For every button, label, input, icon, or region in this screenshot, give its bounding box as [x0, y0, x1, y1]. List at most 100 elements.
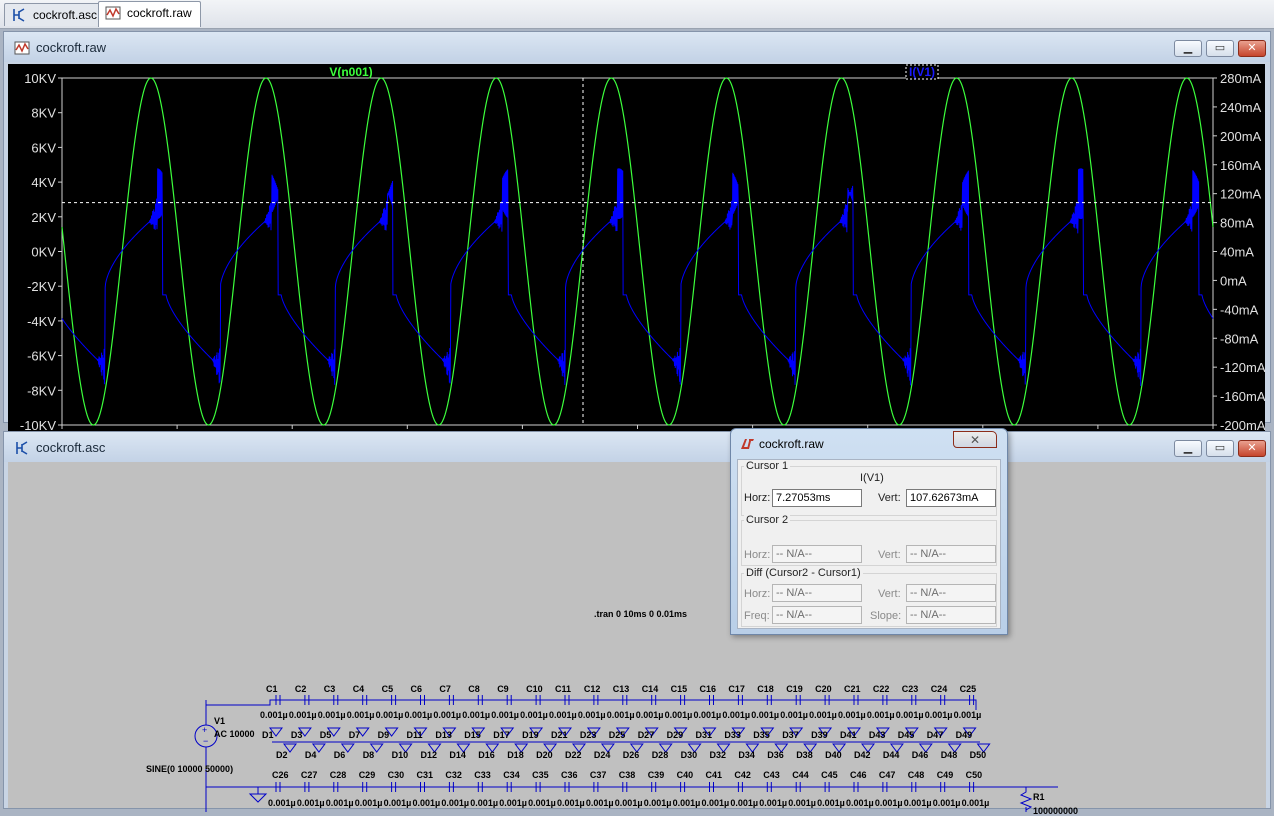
minimize-button[interactable]: ▁: [1174, 40, 1202, 57]
top-cap-value: 0.001µ: [433, 710, 461, 720]
top-cap-value: 0.001µ: [780, 710, 808, 720]
top-cap-value: 0.001µ: [694, 710, 722, 720]
y-left-tick-label: 4KV: [31, 175, 56, 190]
schematic-canvas[interactable]: .tran 0 10ms 0 0.01ms + − C1 0.001µ C2 0.001µ…: [8, 462, 1266, 816]
top-cap-label: C7: [439, 684, 451, 694]
top-cap-label: C20: [815, 684, 832, 694]
waveform-icon: [105, 6, 121, 20]
source-value[interactable]: AC 10000: [214, 729, 255, 739]
bottom-cap-value: 0.001µ: [499, 798, 527, 808]
top-cap-label: C6: [411, 684, 423, 694]
top-cap-value: 0.001µ: [347, 710, 375, 720]
trace-vn001[interactable]: [61, 77, 1214, 426]
top-cap-label: C25: [960, 684, 977, 694]
tab-cockroft-asc[interactable]: cockroft.asc: [4, 3, 107, 26]
tab-cockroft-raw[interactable]: cockroft.raw: [98, 1, 201, 27]
close-button[interactable]: ✕: [1238, 40, 1266, 57]
maximize-button[interactable]: ▭: [1206, 440, 1234, 457]
bottom-cap-label: C32: [445, 770, 462, 780]
bottom-cap-label: C50: [966, 770, 983, 780]
diode-even-label: D12: [421, 750, 438, 760]
waveform-plot[interactable]: 7.18ms7.20ms7.22ms7.24ms7.26ms7.28ms7.30…: [8, 64, 1266, 450]
waveform-window: cockroft.raw ▁ ▭ ✕ 7.18ms7.20ms7.22ms7.2…: [3, 31, 1271, 450]
top-cap-value: 0.001µ: [405, 710, 433, 720]
y-left-tick-label: 8KV: [31, 106, 56, 121]
y-left-tick-label: 10KV: [24, 71, 56, 86]
top-cap-value: 0.001µ: [520, 710, 548, 720]
bottom-cap-value: 0.001µ: [933, 798, 961, 808]
bottom-cap-value: 0.001µ: [730, 798, 758, 808]
diode-odd-label: D41: [840, 730, 857, 740]
trace-label-vn001[interactable]: V(n001): [329, 65, 372, 79]
top-cap-value: 0.001µ: [578, 710, 606, 720]
y-right-tick-label: 240mA: [1220, 100, 1262, 115]
bottom-cap-label: C33: [474, 770, 491, 780]
top-rail-wire: [205, 699, 977, 710]
bottom-cap-label: C26: [272, 770, 289, 780]
top-cap-label: C10: [526, 684, 543, 694]
bottom-cap-value: 0.001µ: [759, 798, 787, 808]
diode-even-label: D18: [507, 750, 524, 760]
window-title: cockroft.asc: [36, 440, 106, 455]
bottom-cap-value: 0.001µ: [644, 798, 672, 808]
diode-odd-label: D5: [320, 730, 332, 740]
close-button[interactable]: ✕: [1238, 440, 1266, 457]
source-minus-sign: −: [203, 736, 208, 746]
source-name[interactable]: V1: [214, 716, 225, 726]
bottom-cap-label: C46: [850, 770, 867, 780]
top-cap-label: C11: [555, 684, 571, 694]
resistor-value[interactable]: 100000000: [1033, 806, 1078, 816]
bottom-cap-value: 0.001µ: [355, 798, 383, 808]
bottom-cap-label: C31: [417, 770, 434, 780]
trace-label-iv1[interactable]: I(V1): [909, 65, 935, 79]
diode-even-label: D26: [623, 750, 640, 760]
bottom-cap-value: 0.001µ: [384, 798, 412, 808]
bottom-cap-label: C28: [330, 770, 347, 780]
waveform-chart[interactable]: 7.18ms7.20ms7.22ms7.24ms7.26ms7.28ms7.30…: [8, 64, 1266, 450]
bottom-cap-value: 0.001µ: [817, 798, 845, 808]
diff-label: Diff (Cursor2 - Cursor1): [744, 567, 863, 579]
slope-label: Slope:: [870, 610, 902, 622]
top-cap-value: 0.001µ: [636, 710, 664, 720]
freq-label: Freq:: [744, 610, 770, 622]
cursor1-label: Cursor 1: [744, 460, 791, 472]
diode-odd-label: D47: [927, 730, 944, 740]
diode-odd-label: D49: [956, 730, 973, 740]
minimize-button[interactable]: ▁: [1174, 440, 1202, 457]
bottom-cap-label: C39: [648, 770, 665, 780]
diode-even-label: D16: [478, 750, 495, 760]
source-function[interactable]: SINE(0 10000 50000): [146, 764, 233, 774]
diode-even-label: D34: [738, 750, 755, 760]
diode-even-label: D6: [334, 750, 346, 760]
bottom-cap-label: C27: [301, 770, 318, 780]
resistor-name[interactable]: R1: [1033, 792, 1045, 802]
diode-odd-label: D29: [667, 730, 684, 740]
top-cap-label: C2: [295, 684, 307, 694]
top-cap-value: 0.001µ: [751, 710, 779, 720]
cursor-dialog: cockroft.raw ✕ Cursor 1 I(V1) Horz: 7.27…: [730, 428, 1008, 635]
bottom-cap-value: 0.001µ: [528, 798, 556, 808]
cursor1-horz-field[interactable]: 7.27053ms: [772, 489, 862, 507]
bottom-cap-label: C47: [879, 770, 896, 780]
cursor2-horz-field: -- N/A--: [772, 545, 862, 563]
top-cap-value: 0.001µ: [838, 710, 866, 720]
bottom-cap-value: 0.001µ: [586, 798, 614, 808]
cursor1-vert-field[interactable]: 107.62673mA: [906, 489, 996, 507]
bottom-cap-label: C45: [821, 770, 838, 780]
diff-slope-field: -- N/A--: [906, 606, 996, 624]
top-cap-value: 0.001µ: [549, 710, 577, 720]
vert-label: Vert:: [878, 588, 901, 600]
maximize-button[interactable]: ▭: [1206, 40, 1234, 57]
diode-even-label: D30: [681, 750, 698, 760]
close-button[interactable]: ✕: [953, 431, 997, 448]
top-cap-value: 0.001µ: [896, 710, 924, 720]
y-left-tick-label: -4KV: [27, 314, 56, 329]
diode-even-label: D28: [652, 750, 669, 760]
diode-even-label: D24: [594, 750, 611, 760]
diode-even-label: D10: [392, 750, 409, 760]
top-cap-label: C16: [700, 684, 717, 694]
diode-odd-label: D35: [753, 730, 770, 740]
cockcroft-walton-schematic: +− C1 0.001µ C2 0.001µ C3 0.001µ C4 0.001µ C5 0.00…: [194, 684, 1058, 812]
top-cap-value: 0.001µ: [607, 710, 635, 720]
bottom-cap-value: 0.001µ: [702, 798, 730, 808]
